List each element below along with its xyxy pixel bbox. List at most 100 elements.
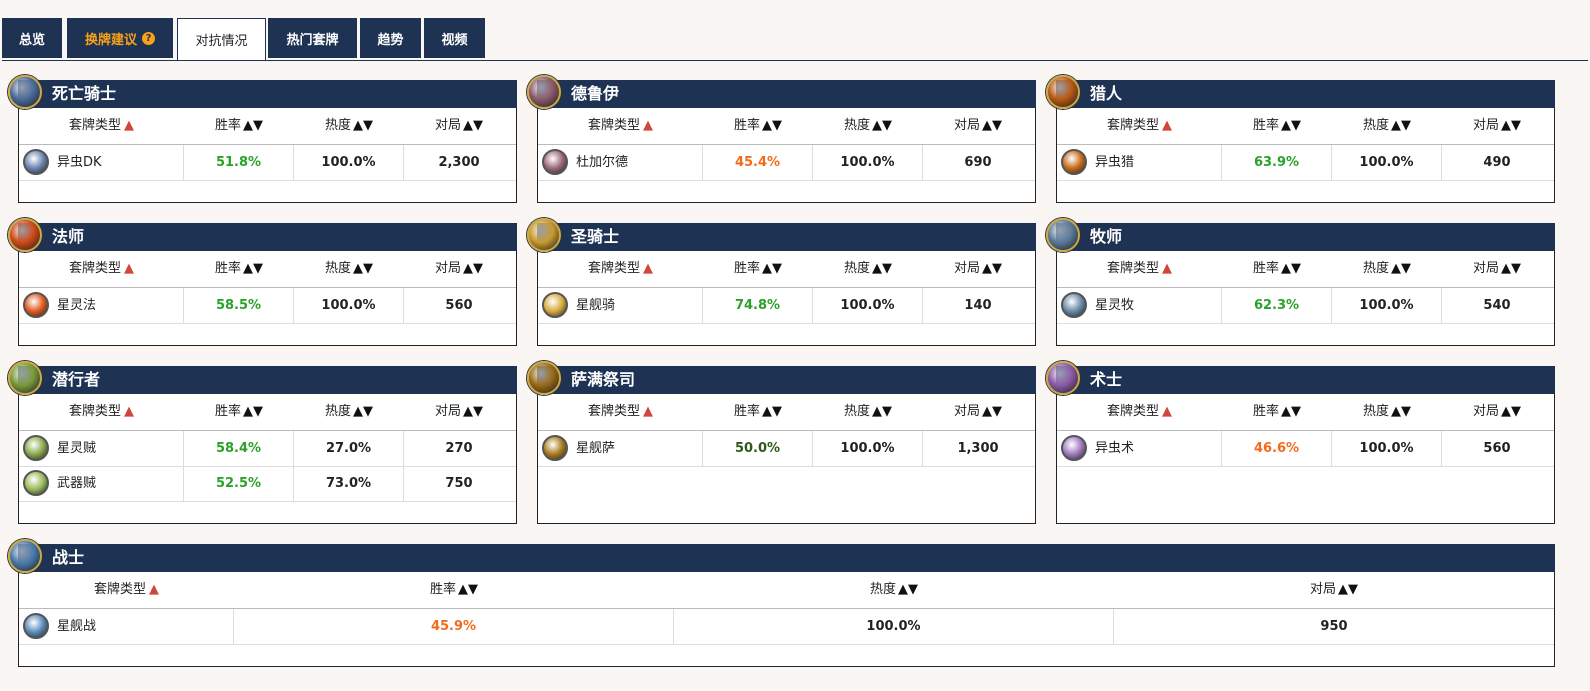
header-popularity[interactable]: 热度 ▲▼	[813, 394, 923, 430]
header-label: 套牌类型	[1106, 261, 1159, 276]
deck-popularity: 100.0%	[1332, 431, 1442, 466]
deck-games: 490	[1442, 145, 1552, 180]
table-row[interactable]: 星舰战 45.9% 100.0% 950	[19, 609, 1554, 645]
help-icon[interactable]: ?	[142, 31, 155, 45]
header-deck-type[interactable]: 套牌类型 ▲	[1057, 108, 1222, 144]
tab-popular-decks[interactable]: 热门套牌	[268, 18, 357, 58]
deck-icon	[23, 435, 49, 461]
header-winrate[interactable]: 胜率 ▲▼	[1222, 394, 1332, 430]
header-winrate[interactable]: 胜率 ▲▼	[184, 394, 294, 430]
deck-popularity: 100.0%	[294, 145, 404, 180]
header-label: 热度	[843, 118, 870, 133]
deck-winrate: 51.8%	[184, 145, 294, 180]
table-row[interactable]: 星舰骑 74.8% 100.0% 140	[538, 288, 1035, 324]
header-popularity[interactable]: 热度 ▲▼	[813, 108, 923, 144]
table-row[interactable]: 星灵牧 62.3% 100.0% 540	[1057, 288, 1554, 324]
deck-winrate: 63.9%	[1222, 145, 1332, 180]
header-winrate[interactable]: 胜率 ▲▼	[184, 251, 294, 287]
header-deck-type[interactable]: 套牌类型 ▲	[19, 251, 184, 287]
tab-label: 总览	[18, 32, 45, 48]
table-row[interactable]: 星舰萨 50.0% 100.0% 1,300	[538, 431, 1035, 467]
header-popularity[interactable]: 热度 ▲▼	[294, 394, 404, 430]
header-winrate[interactable]: 胜率 ▲▼	[703, 108, 813, 144]
class-title: 法师	[18, 223, 517, 251]
header-winrate[interactable]: 胜率 ▲▼	[703, 251, 813, 287]
header-popularity[interactable]: 热度 ▲▼	[294, 251, 404, 287]
deck-popularity-text: 100.0%	[840, 298, 895, 313]
deck-name[interactable]: 星灵贼	[19, 431, 184, 466]
header-popularity[interactable]: 热度 ▲▼	[1332, 108, 1442, 144]
header-games[interactable]: 对局 ▲▼	[1442, 251, 1552, 287]
deck-name[interactable]: 星灵法	[19, 288, 184, 323]
tab-videos[interactable]: 视频	[424, 18, 485, 58]
deck-winrate-text: 74.8%	[734, 298, 781, 313]
table-row[interactable]: 武器贼 52.5% 73.0% 750	[19, 466, 516, 502]
header-deck-type[interactable]: 套牌类型 ▲	[1057, 251, 1222, 287]
header-games[interactable]: 对局 ▲▼	[1442, 394, 1552, 430]
header-games[interactable]: 对局 ▲▼	[404, 108, 514, 144]
header-popularity[interactable]: 热度 ▲▼	[1332, 394, 1442, 430]
header-games[interactable]: 对局 ▲▼	[1114, 572, 1554, 608]
header-popularity[interactable]: 热度 ▲▼	[1332, 251, 1442, 287]
deck-name-text: 星舰萨	[576, 441, 616, 456]
tab-mulligan[interactable]: 换牌建议?	[67, 18, 173, 58]
table-row[interactable]: 异虫猎 63.9% 100.0% 490	[1057, 145, 1554, 181]
header-games[interactable]: 对局 ▲▼	[404, 394, 514, 430]
tab-matchups[interactable]: 对抗情况	[177, 18, 266, 60]
header-deck-type[interactable]: 套牌类型 ▲	[538, 251, 703, 287]
class-title: 潜行者	[18, 366, 517, 394]
header-winrate[interactable]: 胜率 ▲▼	[1222, 251, 1332, 287]
deck-name[interactable]: 异虫术	[1057, 431, 1222, 466]
matchup-table: 套牌类型 ▲ 胜率 ▲▼ 热度 ▲▼ 对局 ▲▼ 星灵法 58.5% 100.0% 560	[18, 251, 517, 346]
sort-icon: ▲▼	[353, 404, 373, 419]
header-deck-type[interactable]: 套牌类型 ▲	[1057, 394, 1222, 430]
header-deck-type[interactable]: 套牌类型 ▲	[19, 108, 184, 144]
tab-trends[interactable]: 趋势	[360, 18, 421, 58]
sort-icon: ▲▼	[353, 261, 373, 276]
header-popularity[interactable]: 热度 ▲▼	[294, 108, 404, 144]
header-games[interactable]: 对局 ▲▼	[923, 108, 1033, 144]
deck-name[interactable]: 星舰骑	[538, 288, 703, 323]
header-games[interactable]: 对局 ▲▼	[1442, 108, 1552, 144]
deck-games-text: 750	[445, 476, 473, 491]
header-label: 套牌类型	[93, 582, 146, 597]
header-winrate[interactable]: 胜率 ▲▼	[234, 572, 674, 608]
deck-name[interactable]: 星舰战	[19, 609, 234, 644]
header-deck-type[interactable]: 套牌类型 ▲	[19, 394, 184, 430]
header-winrate[interactable]: 胜率 ▲▼	[184, 108, 294, 144]
deck-name[interactable]: 异虫猎	[1057, 145, 1222, 180]
deck-name[interactable]: 异虫DK	[19, 145, 184, 180]
header-games[interactable]: 对局 ▲▼	[923, 394, 1033, 430]
deck-games-text: 2,300	[438, 155, 480, 170]
header-winrate[interactable]: 胜率 ▲▼	[1222, 108, 1332, 144]
header-winrate[interactable]: 胜率 ▲▼	[703, 394, 813, 430]
header-popularity[interactable]: 热度 ▲▼	[813, 251, 923, 287]
deck-name[interactable]: 武器贼	[19, 466, 184, 501]
deck-name-text: 星灵贼	[57, 441, 97, 456]
deck-name[interactable]: 星灵牧	[1057, 288, 1222, 323]
header-games[interactable]: 对局 ▲▼	[404, 251, 514, 287]
deck-name[interactable]: 杜加尔德	[538, 145, 703, 180]
table-header: 套牌类型 ▲ 胜率 ▲▼ 热度 ▲▼ 对局 ▲▼	[538, 108, 1035, 145]
header-deck-type[interactable]: 套牌类型 ▲	[538, 108, 703, 144]
header-deck-type[interactable]: 套牌类型 ▲	[19, 572, 234, 608]
header-popularity[interactable]: 热度 ▲▼	[674, 572, 1114, 608]
header-label: 对局	[1309, 582, 1336, 597]
table-row[interactable]: 异虫术 46.6% 100.0% 560	[1057, 431, 1554, 467]
table-header: 套牌类型 ▲ 胜率 ▲▼ 热度 ▲▼ 对局 ▲▼	[1057, 394, 1554, 431]
header-deck-type[interactable]: 套牌类型 ▲	[538, 394, 703, 430]
table-row[interactable]: 星灵法 58.5% 100.0% 560	[19, 288, 516, 324]
table-row[interactable]: 杜加尔德 45.4% 100.0% 690	[538, 145, 1035, 181]
sort-icon: ▲▼	[458, 582, 478, 597]
table-row[interactable]: 异虫DK 51.8% 100.0% 2,300	[19, 145, 516, 181]
deck-icon	[1061, 149, 1087, 175]
deck-name[interactable]: 星舰萨	[538, 431, 703, 466]
sort-asc-icon: ▲	[1162, 118, 1172, 133]
sort-asc-icon: ▲	[643, 118, 653, 133]
table-row[interactable]: 星灵贼 58.4% 27.0% 270	[19, 431, 516, 467]
header-games[interactable]: 对局 ▲▼	[923, 251, 1033, 287]
sort-asc-icon: ▲	[1162, 261, 1172, 276]
deck-winrate-text: 46.6%	[1253, 441, 1300, 456]
deck-icon	[1061, 292, 1087, 318]
tab-overview[interactable]: 总览	[2, 18, 62, 58]
